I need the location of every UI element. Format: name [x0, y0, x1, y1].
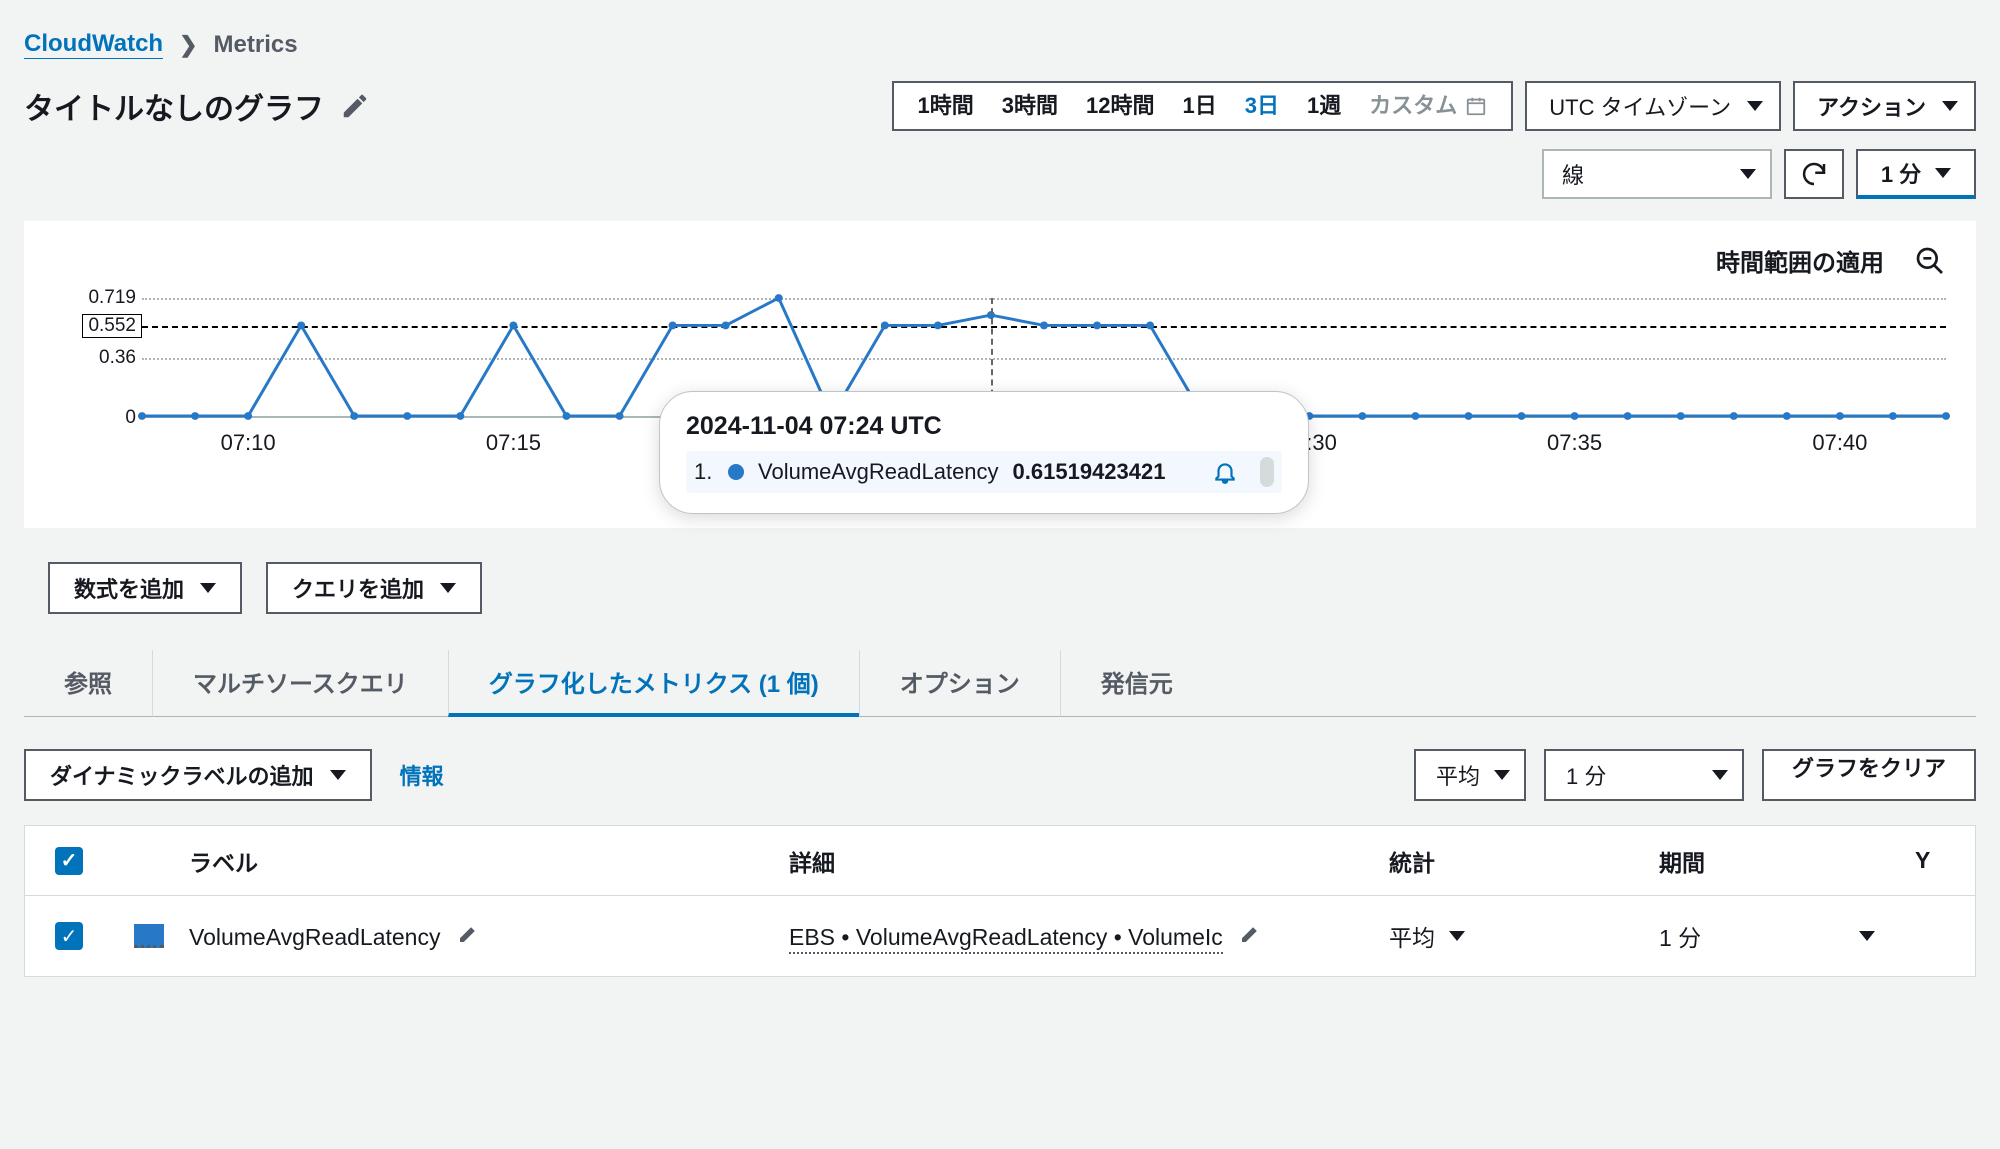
add-query-button[interactable]: クエリを追加 [266, 562, 482, 614]
breadcrumb: CloudWatch ❯ Metrics [0, 0, 2000, 77]
row-detail[interactable]: EBS • VolumeAvgReadLatency • VolumeIc [789, 924, 1223, 954]
statistic-select[interactable]: 平均 [1414, 749, 1526, 801]
tooltip-timestamp: 2024-11-04 07:24 UTC [686, 412, 1282, 441]
actions-label: アクション [1817, 90, 1926, 122]
caret-down-icon [1935, 168, 1951, 178]
zoom-out-icon[interactable] [1914, 245, 1946, 277]
breadcrumb-root[interactable]: CloudWatch [24, 30, 163, 59]
add-math-label: 数式を追加 [74, 572, 184, 604]
metrics-table: ✓ ラベル 詳細 統計 期間 Y ✓ VolumeAvgReadLatency [24, 825, 1976, 977]
tooltip-scroll-handle[interactable] [1260, 457, 1274, 487]
caret-down-icon [1449, 931, 1465, 941]
time-range-1d[interactable]: 1日 [1169, 83, 1231, 129]
add-query-label: クエリを追加 [292, 572, 424, 604]
statistic-select-label: 平均 [1436, 759, 1480, 791]
time-range-1w[interactable]: 1週 [1293, 83, 1355, 129]
period-button-label: 1 分 [1881, 157, 1921, 189]
timezone-select[interactable]: UTC タイムゾーン [1525, 81, 1781, 131]
header-yaxis[interactable]: Y [1915, 847, 1975, 874]
period-button[interactable]: 1 分 [1856, 149, 1976, 199]
tab-browse[interactable]: 参照 [24, 650, 152, 717]
tab-options[interactable]: オプション [859, 650, 1060, 717]
add-dynamic-label-text: ダイナミックラベルの追加 [50, 759, 314, 791]
caret-down-icon [440, 583, 456, 593]
select-all-checkbox[interactable]: ✓ [55, 847, 83, 875]
series-color-dot [728, 464, 744, 480]
tab-graphed-metrics[interactable]: グラフ化したメトリクス (1 個) [448, 650, 859, 717]
chart-tooltip: 2024-11-04 07:24 UTC 1. VolumeAvgReadLat… [659, 391, 1309, 514]
time-range-1h[interactable]: 1時間 [904, 83, 988, 129]
header-stat[interactable]: 統計 [1385, 844, 1655, 878]
tooltip-value: 0.61519423421 [1013, 459, 1166, 485]
caret-down-icon [330, 770, 346, 780]
refresh-button[interactable] [1784, 149, 1844, 199]
row-statistic-label: 平均 [1389, 919, 1435, 953]
page-title: タイトルなしのグラフ [24, 84, 324, 128]
row-period-label: 1 分 [1659, 919, 1701, 953]
time-range-custom-label: カスタム [1369, 83, 1457, 129]
caret-down-icon [1747, 101, 1763, 111]
caret-down-icon [1740, 169, 1756, 179]
caret-down-icon [1712, 770, 1728, 780]
add-dynamic-label-button[interactable]: ダイナミックラベルの追加 [24, 749, 372, 801]
caret-down-icon [1859, 931, 1875, 941]
chart-type-select[interactable]: 線 [1542, 149, 1772, 199]
actions-button[interactable]: アクション [1793, 81, 1976, 131]
breadcrumb-current: Metrics [214, 31, 298, 59]
time-range-3d[interactable]: 3日 [1231, 83, 1293, 129]
table-header-row: ✓ ラベル 詳細 統計 期間 Y [25, 826, 1975, 896]
chart-type-label: 線 [1562, 158, 1584, 190]
edit-title-icon[interactable] [340, 91, 370, 121]
caret-down-icon [1494, 770, 1510, 780]
y-axis-ticks: 0.719 0.552 0.36 0 [54, 298, 136, 418]
table-row: ✓ VolumeAvgReadLatency EBS • VolumeAvgRe… [25, 896, 1975, 976]
period-select[interactable]: 1 分 [1544, 749, 1744, 801]
series-color-swatch[interactable] [134, 924, 164, 948]
header-period[interactable]: 期間 [1655, 844, 1915, 878]
edit-detail-icon[interactable] [1239, 921, 1263, 945]
tooltip-index: 1. [694, 459, 714, 485]
period-select-label: 1 分 [1566, 759, 1606, 791]
tab-source[interactable]: 発信元 [1060, 650, 1213, 717]
header-detail[interactable]: 詳細 [785, 844, 1385, 878]
time-range-3h[interactable]: 3時間 [988, 83, 1072, 129]
caret-down-icon [200, 583, 216, 593]
add-math-button[interactable]: 数式を追加 [48, 562, 242, 614]
time-range-12h[interactable]: 12時間 [1072, 83, 1168, 129]
time-range-selector: 1時間 3時間 12時間 1日 3日 1週 カスタム [892, 81, 1514, 131]
apply-time-range-label: 時間範囲の適用 [1716, 243, 1884, 278]
header-label[interactable]: ラベル [185, 844, 785, 878]
calendar-icon [1465, 95, 1487, 117]
tab-multi-source-query[interactable]: マルチソースクエリ [152, 650, 448, 717]
bell-icon[interactable] [1212, 459, 1238, 485]
row-checkbox[interactable]: ✓ [55, 922, 83, 950]
y-highlight-value: 0.552 [82, 314, 142, 338]
timezone-label: UTC タイムゾーン [1549, 90, 1731, 122]
caret-down-icon [1942, 101, 1958, 111]
time-range-custom[interactable]: カスタム [1355, 83, 1501, 129]
edit-label-icon[interactable] [457, 921, 481, 945]
metrics-tabs: 参照 マルチソースクエリ グラフ化したメトリクス (1 個) オプション 発信元 [0, 614, 2000, 717]
info-link[interactable]: 情報 [400, 759, 444, 791]
row-period-select[interactable]: 1 分 [1655, 919, 1915, 953]
row-label: VolumeAvgReadLatency [189, 924, 440, 950]
clear-graph-button[interactable]: グラフをクリア [1762, 749, 1976, 801]
chart-panel: 時間範囲の適用 0.719 0.552 0.36 0 11-04 07:24 0… [24, 221, 1976, 528]
tooltip-metric-name: VolumeAvgReadLatency [758, 459, 999, 485]
row-statistic-select[interactable]: 平均 [1389, 919, 1655, 953]
chevron-right-icon: ❯ [179, 32, 197, 58]
